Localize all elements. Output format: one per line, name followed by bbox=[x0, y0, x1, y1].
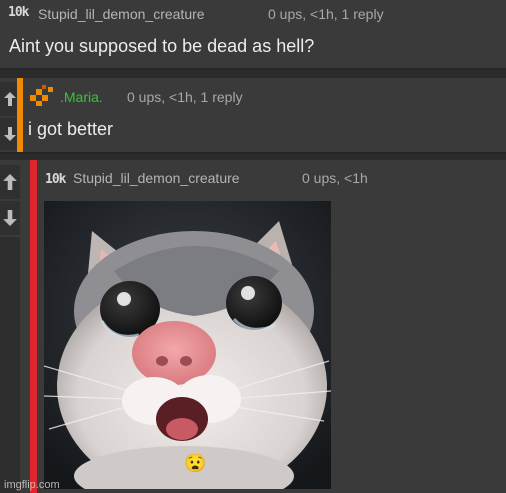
arrow-down-icon bbox=[4, 127, 16, 141]
comment-2: .Maria. 0 ups, <1h, 1 reply i got better bbox=[0, 78, 506, 152]
vote-column bbox=[0, 237, 20, 493]
imgflip-watermark: imgflip.com bbox=[4, 479, 60, 491]
upvote-button[interactable] bbox=[0, 165, 20, 199]
arrow-down-icon bbox=[3, 210, 17, 226]
rank-badge: 10k bbox=[45, 172, 67, 187]
shocked-face-emoji: 😧 bbox=[184, 453, 207, 473]
comment-text: Aint you supposed to be dead as hell? bbox=[9, 36, 315, 56]
comment-meta: 0 ups, <1h bbox=[302, 170, 368, 186]
comment-text: i got better bbox=[28, 119, 114, 139]
comment-1: 10k Stupid_lil_demon_creature 0 ups, <1h… bbox=[0, 0, 506, 68]
comment-3: 10k Stupid_lil_demon_creature 0 ups, <1h bbox=[0, 160, 506, 493]
username-link[interactable]: Stupid_lil_demon_creature bbox=[73, 170, 240, 186]
reply-accent-bar bbox=[30, 160, 37, 493]
reply-accent-bar bbox=[17, 78, 23, 152]
username-link[interactable]: Stupid_lil_demon_creature bbox=[38, 6, 205, 22]
cat-image-art bbox=[44, 201, 331, 489]
user-flag-icon bbox=[30, 85, 53, 106]
rank-badge: 10k bbox=[8, 5, 30, 20]
comment-meta: 0 ups, <1h, 1 reply bbox=[127, 89, 243, 105]
divider bbox=[0, 152, 506, 154]
username-link[interactable]: .Maria. bbox=[60, 89, 103, 105]
downvote-button[interactable] bbox=[0, 201, 20, 235]
arrow-up-icon bbox=[4, 92, 16, 106]
comment-meta: 0 ups, <1h, 1 reply bbox=[268, 6, 384, 22]
arrow-up-icon bbox=[3, 174, 17, 190]
divider bbox=[0, 68, 506, 70]
cat-meme-image[interactable]: 😧 bbox=[44, 201, 331, 489]
